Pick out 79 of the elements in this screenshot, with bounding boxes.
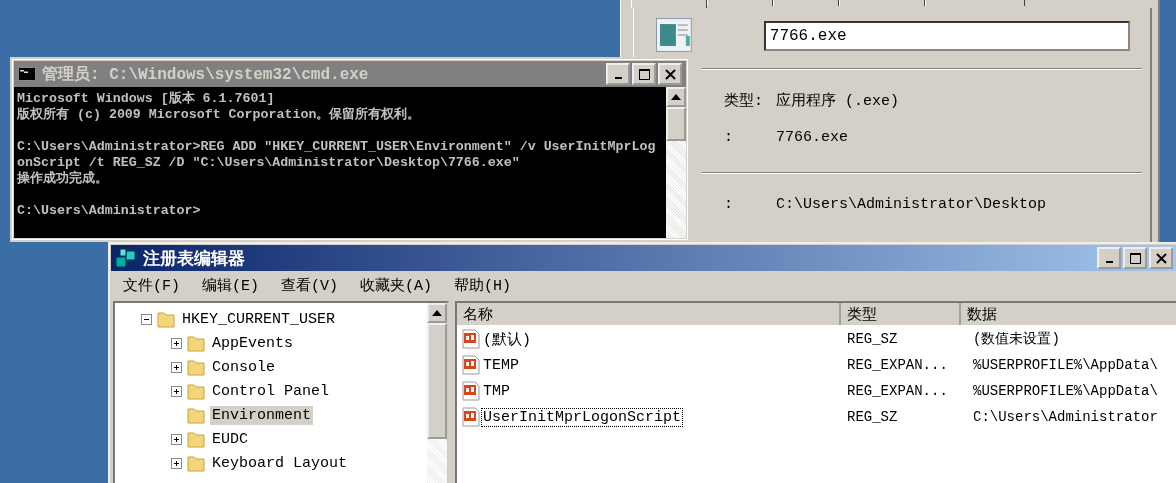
folder-icon <box>186 429 206 449</box>
column-header[interactable]: 类型 <box>841 303 961 325</box>
menu-item[interactable]: 查看(V) <box>279 275 341 295</box>
table-cell-text: REG_EXPAN... <box>846 357 949 373</box>
minimize-icon <box>614 77 622 79</box>
file-name-field[interactable]: 7766.exe <box>763 21 1130 51</box>
minimize-button[interactable] <box>1097 247 1121 269</box>
value-name[interactable]: TMP <box>481 381 512 401</box>
scroll-thumb[interactable] <box>427 323 447 439</box>
window-title: 注册表编辑器 <box>143 248 246 270</box>
column-header[interactable]: 数据 <box>961 303 1176 325</box>
table-cell-text: REG_EXPAN... <box>846 383 949 399</box>
console-line: onScript /t REG_SZ /D "C:\Users\Administrator\Desktop\7766.exe" <box>17 155 521 170</box>
table-cell-text: REG_SZ <box>846 409 899 425</box>
field-label: : <box>723 129 734 146</box>
menu-item[interactable]: 编辑(E) <box>200 275 262 295</box>
scrollbar[interactable] <box>427 303 447 483</box>
tree-item[interactable]: AppEvents <box>210 333 295 353</box>
tree-item[interactable]: Control Panel <box>210 381 332 401</box>
expand-icon[interactable] <box>171 457 182 469</box>
maximize-button[interactable] <box>632 63 656 85</box>
expand-icon[interactable] <box>171 337 182 349</box>
minimize-button[interactable] <box>606 63 630 85</box>
string-value-icon <box>461 355 481 375</box>
console-icon <box>18 67 36 81</box>
value-name[interactable]: TEMP <box>481 355 521 375</box>
console-line: Microsoft Windows [版本 6.1.7601] <box>17 91 276 107</box>
tree-item[interactable]: EUDC <box>210 429 250 449</box>
menu-item[interactable]: 收藏夹(A) <box>358 275 435 295</box>
tree-item[interactable]: HKEY_CURRENT_USER <box>180 309 338 329</box>
folder-icon <box>186 381 206 401</box>
folder-icon <box>156 309 176 329</box>
table-cell-text: %USERPROFILE%\AppData\ <box>972 383 1159 399</box>
field-value: 应用程序 (.exe) <box>776 91 899 110</box>
menu-item[interactable]: 帮助(H) <box>452 275 514 295</box>
maximize-icon <box>1129 252 1141 264</box>
scroll-up-icon <box>432 310 442 316</box>
menu-item[interactable]: 文件(F) <box>121 275 182 295</box>
folder-icon <box>186 357 206 377</box>
scrollbar[interactable] <box>666 87 686 238</box>
close-icon <box>664 68 676 80</box>
folder-icon <box>186 405 206 425</box>
table-cell-text: %USERPROFILE%\AppData\ <box>972 357 1159 373</box>
folder-icon <box>186 333 206 353</box>
folder-icon <box>186 453 206 473</box>
maximize-button[interactable] <box>1123 247 1147 269</box>
string-value-icon <box>461 407 481 427</box>
column-header[interactable]: 名称 <box>457 303 841 325</box>
table-cell-text: REG_SZ <box>846 331 899 347</box>
value-name[interactable]: (默认) <box>481 328 533 350</box>
maximize-icon <box>638 68 650 80</box>
console-line: C:\Users\Administrator>REG ADD "HKEY_CURRENT_USER\Environment" /v UserInitMprLog <box>17 139 657 155</box>
registry-icon <box>115 247 137 269</box>
field-label: 类型: <box>723 91 764 110</box>
close-button[interactable] <box>1149 247 1173 269</box>
console-line: 操作成功完成。 <box>17 171 109 187</box>
application-icon <box>656 18 692 52</box>
expand-icon[interactable] <box>171 433 182 445</box>
tree-item[interactable]: Console <box>210 357 277 377</box>
console-line: C:\Users\Administrator> <box>17 203 202 219</box>
string-value-icon <box>461 381 481 401</box>
tree-item[interactable]: Environment <box>210 405 314 425</box>
close-icon <box>1155 252 1167 264</box>
table-cell-text: (数值未设置) <box>972 330 1061 348</box>
expand-icon[interactable] <box>171 361 182 373</box>
field-value: 7766.exe <box>776 129 848 146</box>
value-name[interactable]: UserInitMprLogonScript <box>481 407 684 427</box>
window-title: 管理员: C:\Windows\system32\cmd.exe <box>42 64 370 85</box>
expand-icon[interactable] <box>171 385 182 397</box>
close-button[interactable] <box>658 63 682 85</box>
table-cell-text: C:\Users\Administrator <box>972 409 1159 425</box>
string-value-icon <box>461 329 481 349</box>
tree-item[interactable]: Keyboard Layout <box>210 453 350 473</box>
collapse-icon[interactable] <box>141 313 152 325</box>
field-label: : <box>723 196 734 213</box>
console-line: 版权所有 (c) 2009 Microsoft Corporation。保留所有权利。 <box>17 107 422 123</box>
scroll-thumb[interactable] <box>666 107 686 141</box>
scroll-up-icon <box>671 94 681 100</box>
field-value: C:\Users\Administrator\Desktop <box>776 196 1047 213</box>
